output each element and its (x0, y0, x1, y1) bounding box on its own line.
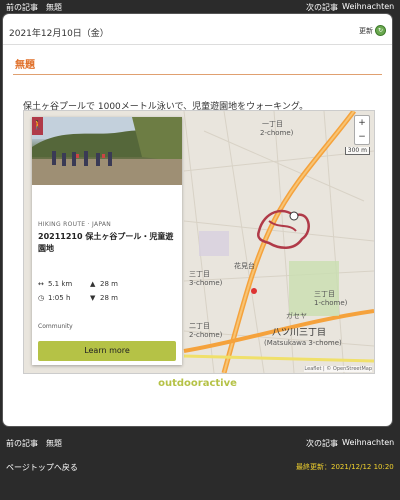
clock-icon: ◷ (38, 294, 45, 302)
map-label: 2-chome) (260, 129, 294, 137)
map-label: 2-chome) (189, 331, 223, 339)
zoom-control: + − (354, 115, 370, 145)
route-info-card[interactable]: 🚶 HIKING ROUTE · JAPAN 20211210 保土ヶ谷プール・… (32, 117, 182, 365)
last-updated: 最終更新：2021/12/12 10:20 (296, 463, 394, 471)
weihnachten-link[interactable]: Weihnachten (342, 438, 394, 447)
untitled-link[interactable]: 無題 (46, 2, 62, 13)
next-post-link[interactable]: 次の記事 (306, 2, 338, 13)
route-map[interactable]: 一丁目 2-chome) 三丁目 3-chome) 三丁目 1-chome) 二… (23, 110, 375, 374)
map-label: 三丁目 (314, 290, 335, 298)
outdooractive-logo[interactable]: outdooractive (3, 378, 392, 389)
map-label: 八ツ川三丁目 (272, 328, 327, 338)
route-distance: 5.1 km (48, 280, 73, 288)
untitled-link[interactable]: 無題 (46, 438, 62, 449)
refresh-icon: ↻ (375, 25, 386, 36)
learn-more-button[interactable]: Learn more (38, 341, 176, 361)
post-card: 2021年12月10日（金） 更新 ↻ 無題 保土ヶ谷プールで 1000メートル… (3, 14, 392, 426)
map-label: 花見台 (234, 262, 255, 270)
route-name[interactable]: 20211210 保土ヶ谷プール・児童遊園地 (38, 231, 178, 255)
ascent-icon: ▲ (90, 280, 96, 288)
route-type: HIKING ROUTE · JAPAN (38, 221, 112, 228)
zoom-out-button[interactable]: − (355, 130, 369, 144)
map-label: 三丁目 (189, 270, 210, 278)
header-divider (3, 44, 392, 45)
prev-post-link[interactable]: 前の記事 (6, 438, 38, 449)
update-label: 更新 (359, 26, 373, 35)
map-label: 一丁目 (262, 120, 283, 128)
update-indicator[interactable]: 更新 ↻ (359, 25, 386, 36)
next-post-link[interactable]: 次の記事 (306, 438, 338, 449)
map-scale: 300 m (344, 147, 370, 155)
map-attribution[interactable]: Leaflet | © OpenStreetMap (304, 366, 372, 372)
prev-post-link[interactable]: 前の記事 (6, 2, 38, 13)
zoom-in-button[interactable]: + (355, 116, 369, 130)
map-label: 二丁目 (189, 322, 210, 330)
hiking-icon: 🚶 (32, 117, 43, 135)
top-navigation: 前の記事 無題 次の記事 Weihnachten (0, 0, 400, 14)
map-label: 3-chome) (189, 279, 223, 287)
distance-icon: ↔ (38, 280, 44, 288)
post-date: 2021年12月10日（金） (9, 29, 109, 39)
route-duration: 1:05 h (48, 294, 71, 302)
route-source: Community (38, 323, 73, 330)
route-photo[interactable]: 🚶 (32, 117, 182, 185)
weihnachten-link[interactable]: Weihnachten (342, 2, 394, 11)
descent-icon: ▼ (90, 294, 96, 302)
route-descent: 28 m (100, 294, 118, 302)
map-label: (Matsukawa 3-chome) (264, 339, 342, 347)
route-photo-image (32, 117, 182, 185)
route-ascent: 28 m (100, 280, 118, 288)
title-divider (13, 74, 382, 75)
map-label: 1-chome) (314, 299, 348, 307)
back-to-top-link[interactable]: ページトップへ戻る (6, 462, 78, 473)
map-label: ガセヤ (286, 312, 307, 320)
post-title: 無題 (15, 60, 35, 71)
